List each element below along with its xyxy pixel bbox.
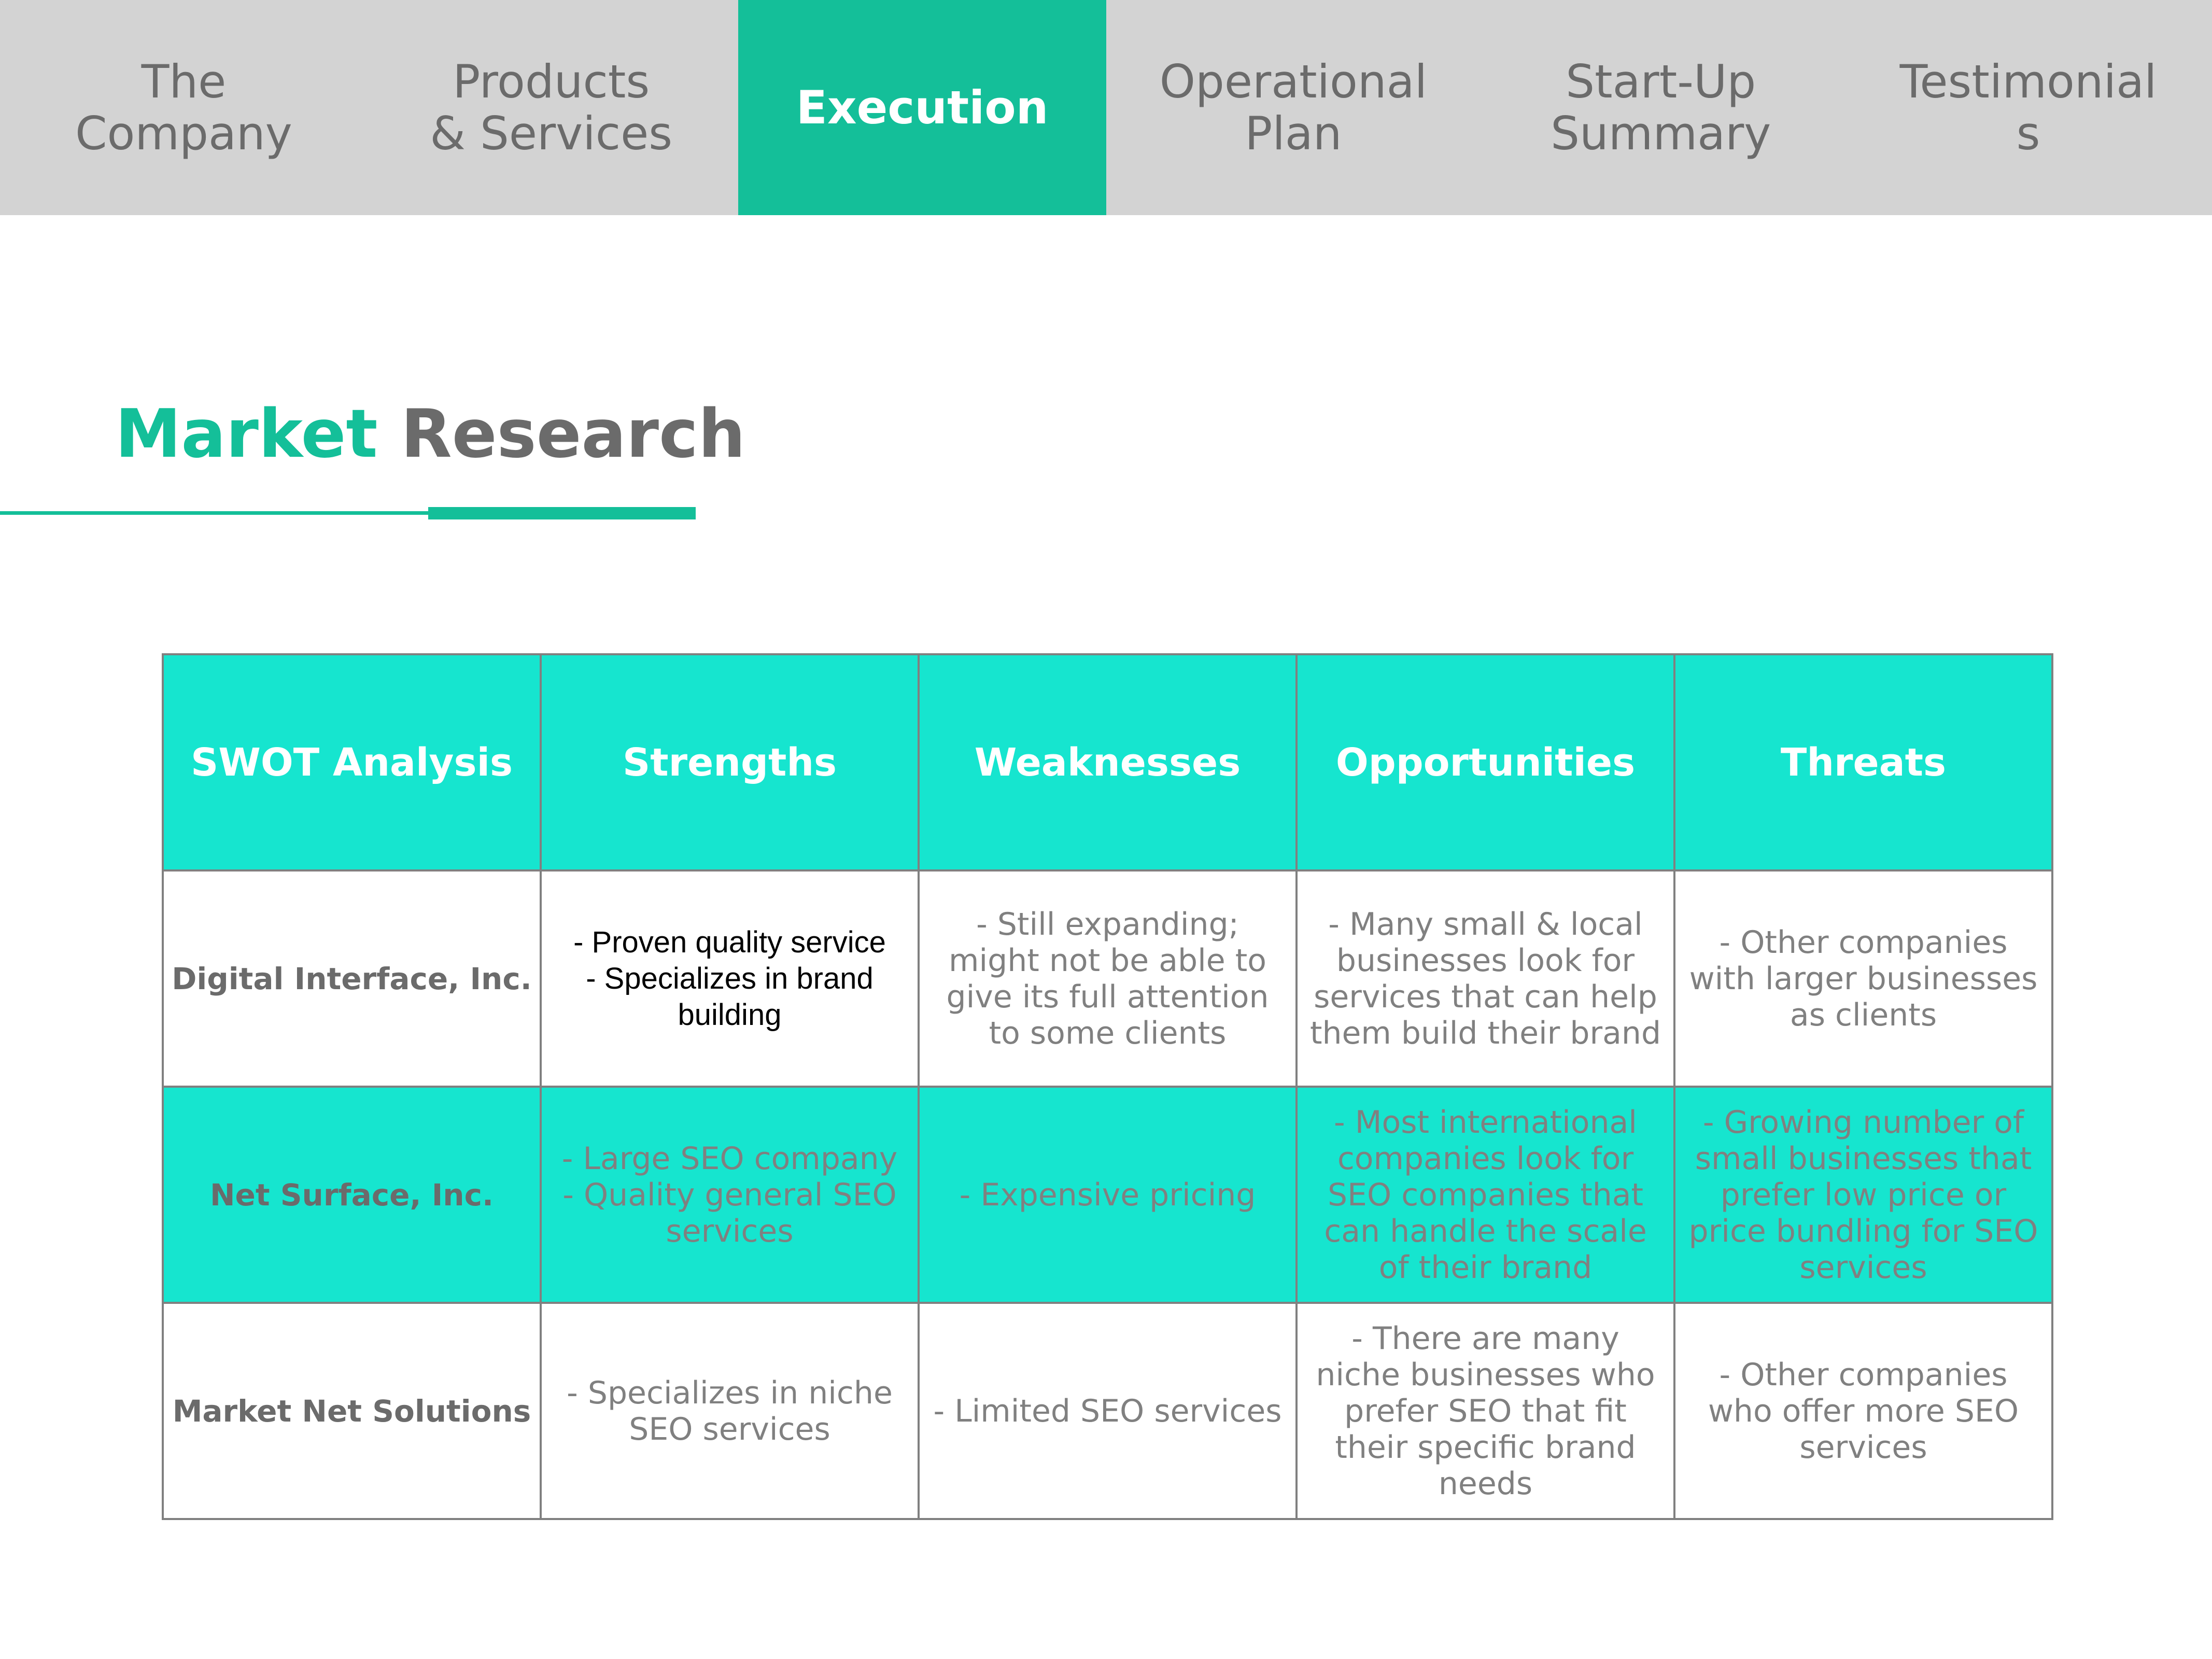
cell-text: - Large SEO company [561, 1140, 898, 1177]
table-header-row: SWOT Analysis Strengths Weaknesses Oppor… [162, 653, 2053, 871]
page-title-accent: Market [115, 396, 378, 473]
tab-label-line: Summary [1551, 106, 1771, 160]
tab-start-up-summary[interactable]: Start-Up Summary [1477, 0, 1844, 215]
table-row: Net Surface, Inc. - Large SEO company - … [162, 1086, 2053, 1304]
strengths-cell: - Large SEO company - Quality general SE… [540, 1086, 920, 1304]
company-name: Market Net Solutions [162, 1302, 542, 1520]
weaknesses-cell: - Still expanding; might not be able to … [918, 869, 1298, 1088]
tab-label-line: Operational [1159, 54, 1428, 108]
cell-text: - There are many niche businesses who pr… [1316, 1320, 1655, 1502]
cell-text: - Growing number of small businesses tha… [1688, 1104, 2038, 1286]
weaknesses-cell: - Expensive pricing [918, 1086, 1298, 1304]
threats-cell: - Other companies with larger businesses… [1673, 869, 2053, 1088]
header-threats: Threats [1673, 653, 2053, 871]
table-row: Market Net Solutions - Specializes in ni… [162, 1302, 2053, 1520]
strengths-cell: - Proven quality service - Specializes i… [540, 869, 920, 1088]
cell-text: - Limited SEO services [933, 1393, 1282, 1429]
swot-table: SWOT Analysis Strengths Weaknesses Oppor… [162, 653, 2053, 1520]
cell-text: - Other companies who offer more SEO ser… [1708, 1356, 2019, 1466]
cell-text: - Specializes in brand building [586, 961, 873, 1032]
cell-text: - Proven quality service [573, 925, 886, 959]
table-row: Digital Interface, Inc. - Proven quality… [162, 869, 2053, 1088]
cell-text: - Still expanding; might not be able to … [946, 906, 1269, 1051]
company-name: Net Surface, Inc. [162, 1086, 542, 1304]
tab-label-line: Testimonial [1899, 54, 2157, 108]
tab-label-line: Company [75, 106, 292, 160]
tab-label-line: s [2016, 106, 2040, 160]
tab-label-line: Products [453, 54, 650, 108]
tab-label-line: Plan [1245, 106, 1342, 160]
tab-testimonials[interactable]: Testimonial s [1844, 0, 2212, 215]
cell-text: - Expensive pricing [959, 1176, 1256, 1213]
tab-operational-plan[interactable]: Operational Plan [1109, 0, 1477, 215]
company-name: Digital Interface, Inc. [162, 869, 542, 1088]
weaknesses-cell: - Limited SEO services [918, 1302, 1298, 1520]
title-underline [0, 511, 430, 515]
threats-cell: - Growing number of small businesses tha… [1673, 1086, 2053, 1304]
top-nav: The Company Products & Services Executio… [0, 0, 2212, 215]
opportunities-cell: - Many small & local businesses look for… [1295, 869, 1675, 1088]
header-strengths: Strengths [540, 653, 920, 871]
page-title-main: Research [401, 396, 745, 473]
opportunities-cell: - There are many niche businesses who pr… [1295, 1302, 1675, 1520]
tab-the-company[interactable]: The Company [0, 0, 368, 215]
cell-text: - Specializes in niche SEO services [567, 1374, 893, 1447]
header-weaknesses: Weaknesses [918, 653, 1298, 871]
header-swot-analysis: SWOT Analysis [162, 653, 542, 871]
tab-label-line: Execution [796, 80, 1049, 134]
tab-label-line: The [141, 54, 227, 108]
tab-label-line: & Services [430, 106, 673, 160]
title-underline-accent [428, 507, 696, 519]
strengths-cell: - Specializes in niche SEO services [540, 1302, 920, 1520]
opportunities-cell: - Most international companies look for … [1295, 1086, 1675, 1304]
page-title: Market Research [115, 393, 745, 476]
threats-cell: - Other companies who offer more SEO ser… [1673, 1302, 2053, 1520]
cell-text: - Many small & local businesses look for… [1309, 906, 1661, 1051]
tab-label-line: Start-Up [1566, 54, 1756, 108]
tab-products-services[interactable]: Products & Services [368, 0, 735, 215]
tab-execution[interactable]: Execution [738, 0, 1107, 215]
cell-text: - Quality general SEO services [562, 1176, 897, 1249]
cell-text: - Other companies with larger businesses… [1689, 924, 2038, 1033]
header-opportunities: Opportunities [1295, 653, 1675, 871]
cell-text: - Most international companies look for … [1324, 1104, 1647, 1286]
